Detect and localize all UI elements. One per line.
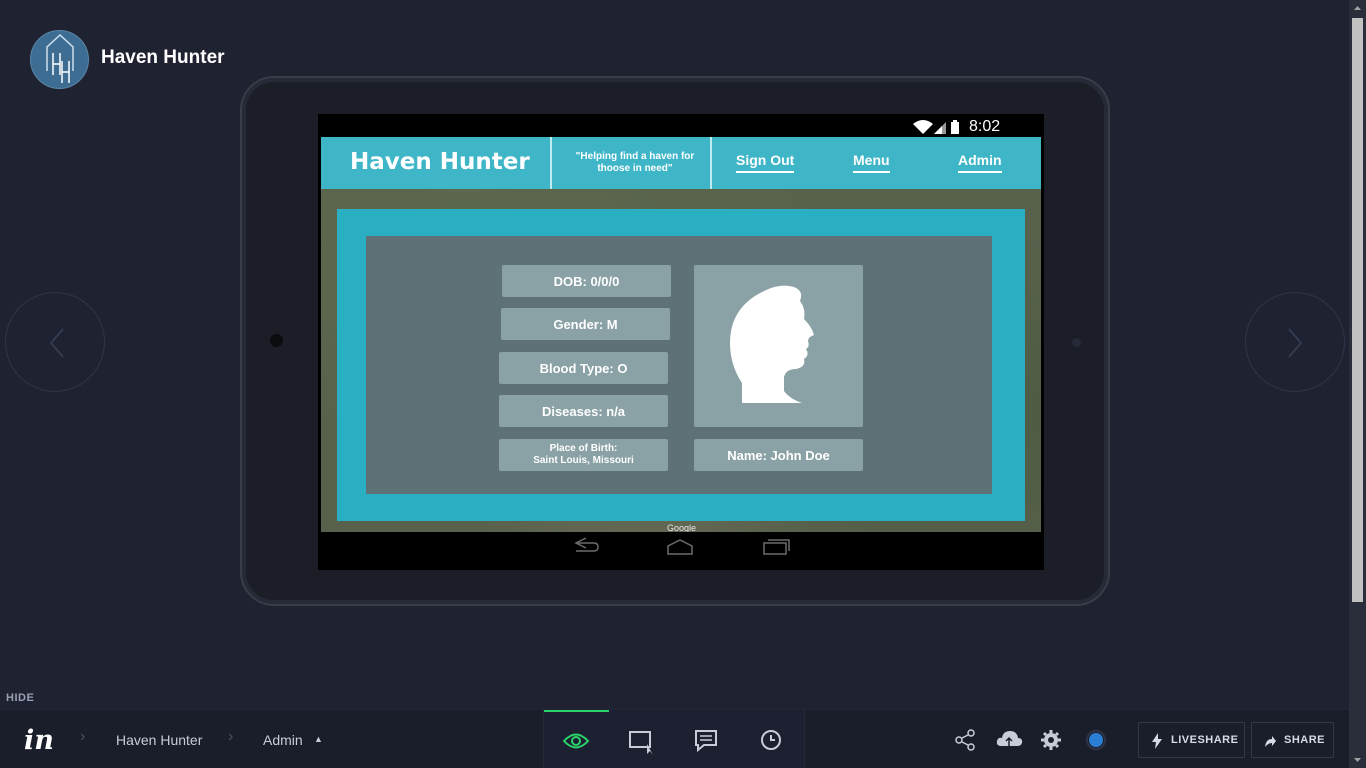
android-nav-bar	[318, 532, 1044, 570]
app-header: Haven Hunter "Helping find a haven for t…	[321, 137, 1041, 189]
clock-icon	[761, 730, 781, 750]
bottom-toolbar: in › Haven Hunter › Admin ▲ LIVESHARE SH…	[0, 709, 1349, 768]
settings-button[interactable]	[1031, 710, 1071, 768]
sync-button[interactable]	[989, 710, 1029, 768]
chevron-right-icon: ›	[80, 728, 86, 745]
map-attribution: Google	[667, 523, 697, 532]
lightning-icon	[1152, 733, 1162, 749]
breadcrumb-screen[interactable]: Admin	[263, 732, 303, 748]
project-title: Haven Hunter	[101, 47, 225, 68]
header-divider	[550, 137, 552, 189]
liveshare-label: LIVESHARE	[1171, 734, 1239, 746]
comment-mode-button[interactable]	[674, 710, 739, 768]
gear-icon	[1041, 730, 1061, 750]
history-mode-button[interactable]	[739, 710, 804, 768]
place-of-birth-value: Saint Louis, Missouri	[533, 455, 634, 466]
invision-logo[interactable]: in	[24, 725, 54, 756]
place-of-birth-label: Place of Birth:	[549, 443, 618, 454]
page-scrollbar[interactable]	[1349, 0, 1366, 768]
app-view: Haven Hunter "Helping find a haven for t…	[321, 137, 1041, 532]
hide-toolbar-button[interactable]: HIDE	[6, 692, 34, 704]
profile-card	[366, 236, 992, 494]
chevron-right-icon	[1288, 328, 1303, 358]
build-mode-button[interactable]	[609, 710, 674, 768]
gender-field: Gender: M	[501, 308, 670, 340]
tablet-sensor	[1072, 338, 1081, 347]
scroll-down-arrow[interactable]	[1349, 751, 1366, 768]
share-nodes-icon	[955, 729, 975, 751]
mode-switcher	[543, 710, 805, 768]
share-button[interactable]: SHARE	[1251, 722, 1334, 758]
user-status-button[interactable]	[1076, 710, 1116, 768]
chevron-right-icon: ›	[228, 728, 234, 745]
share-arrow-icon	[1265, 736, 1276, 747]
eye-icon	[562, 733, 590, 749]
status-dot-icon	[1086, 730, 1106, 750]
share-network-button[interactable]	[945, 710, 985, 768]
sign-out-link[interactable]: Sign Out	[736, 152, 795, 173]
home-icon	[667, 539, 693, 555]
next-screen-button[interactable]	[1245, 292, 1345, 392]
header-divider	[710, 137, 712, 189]
signal-icon	[934, 122, 946, 134]
liveshare-button[interactable]: LIVESHARE	[1138, 722, 1245, 758]
status-time: 8:02	[969, 118, 1001, 135]
app-title: Haven Hunter	[350, 149, 530, 175]
previous-screen-button[interactable]	[5, 292, 105, 392]
blood-type-field: Blood Type: O	[499, 352, 668, 384]
menu-link[interactable]: Menu	[853, 152, 890, 173]
status-bar: 8:02	[318, 114, 1044, 137]
comment-icon	[695, 730, 717, 753]
place-of-birth-field: Place of Birth: Saint Louis, Missouri	[499, 439, 668, 471]
battery-icon	[951, 120, 959, 134]
profile-photo	[694, 265, 863, 427]
app-tagline: "Helping find a haven for thoose in need…	[575, 151, 695, 174]
scrollbar-thumb[interactable]	[1352, 18, 1363, 602]
back-icon	[574, 537, 599, 552]
wifi-icon	[913, 120, 933, 134]
diseases-field: Diseases: n/a	[499, 395, 668, 427]
name-field: Name: John Doe	[694, 439, 863, 471]
caret-up-icon[interactable]: ▲	[314, 734, 323, 744]
device-screen: 8:02 Haven Hunter "Helping find a haven …	[318, 114, 1044, 570]
project-logo	[30, 30, 89, 89]
chevron-left-icon	[49, 328, 64, 358]
tablet-camera	[270, 334, 283, 347]
preview-mode-button[interactable]	[544, 710, 609, 768]
breadcrumb-project[interactable]: Haven Hunter	[116, 732, 202, 748]
scroll-up-arrow[interactable]	[1349, 0, 1366, 17]
share-label: SHARE	[1284, 734, 1326, 746]
admin-link[interactable]: Admin	[958, 152, 1002, 173]
dob-field: DOB: 0/0/0	[502, 265, 671, 297]
screen-select-icon	[629, 731, 653, 755]
recents-icon	[763, 539, 790, 555]
cloud-icon	[996, 731, 1023, 746]
person-silhouette-icon	[730, 285, 814, 403]
